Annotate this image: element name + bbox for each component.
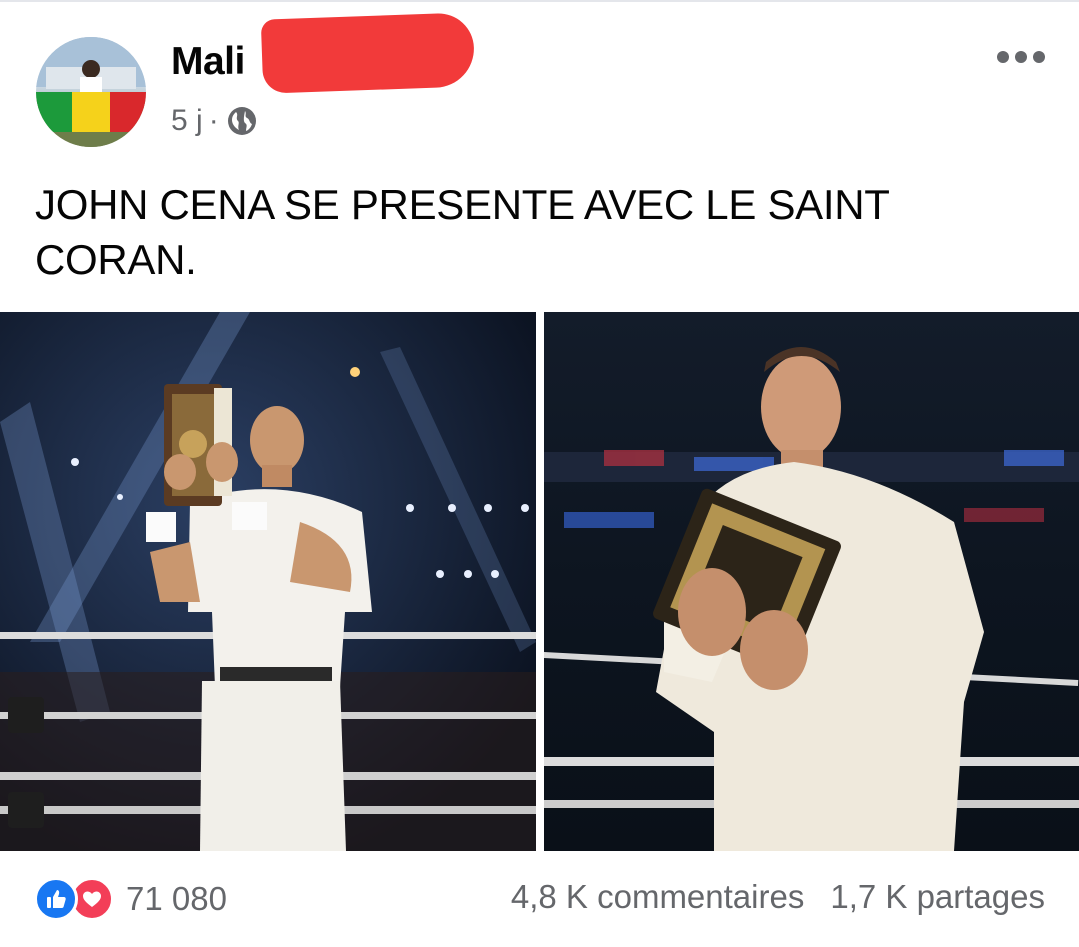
post-meta: 5 j · <box>171 104 257 138</box>
like-icon <box>34 877 78 921</box>
globe-icon[interactable] <box>227 106 257 136</box>
meta-separator: · <box>208 104 219 137</box>
post-time[interactable]: 5 j <box>171 104 203 138</box>
author-name[interactable]: Mali <box>171 40 245 84</box>
post-photo-right[interactable] <box>544 312 1079 851</box>
reaction-count: 71 080 <box>126 880 227 917</box>
more-dot-icon <box>1033 51 1045 63</box>
comments-count-link[interactable]: 4,8 K commentaires <box>511 878 804 916</box>
redacted-name-mark <box>260 12 476 94</box>
more-dot-icon <box>1015 51 1027 63</box>
post-stats: 4,8 K commentaires 1,7 K partages <box>511 878 1045 916</box>
top-divider <box>0 0 1079 2</box>
post-text: JOHN CENA SE PRESENTE AVEC LE SAINT CORA… <box>35 181 889 283</box>
avatar[interactable] <box>36 37 146 147</box>
more-options-button[interactable] <box>990 44 1052 70</box>
more-dot-icon <box>997 51 1009 63</box>
post-photo-left[interactable] <box>0 312 536 851</box>
reactions-summary[interactable]: 71 080 <box>34 877 227 921</box>
shares-count-link[interactable]: 1,7 K partages <box>830 878 1045 916</box>
